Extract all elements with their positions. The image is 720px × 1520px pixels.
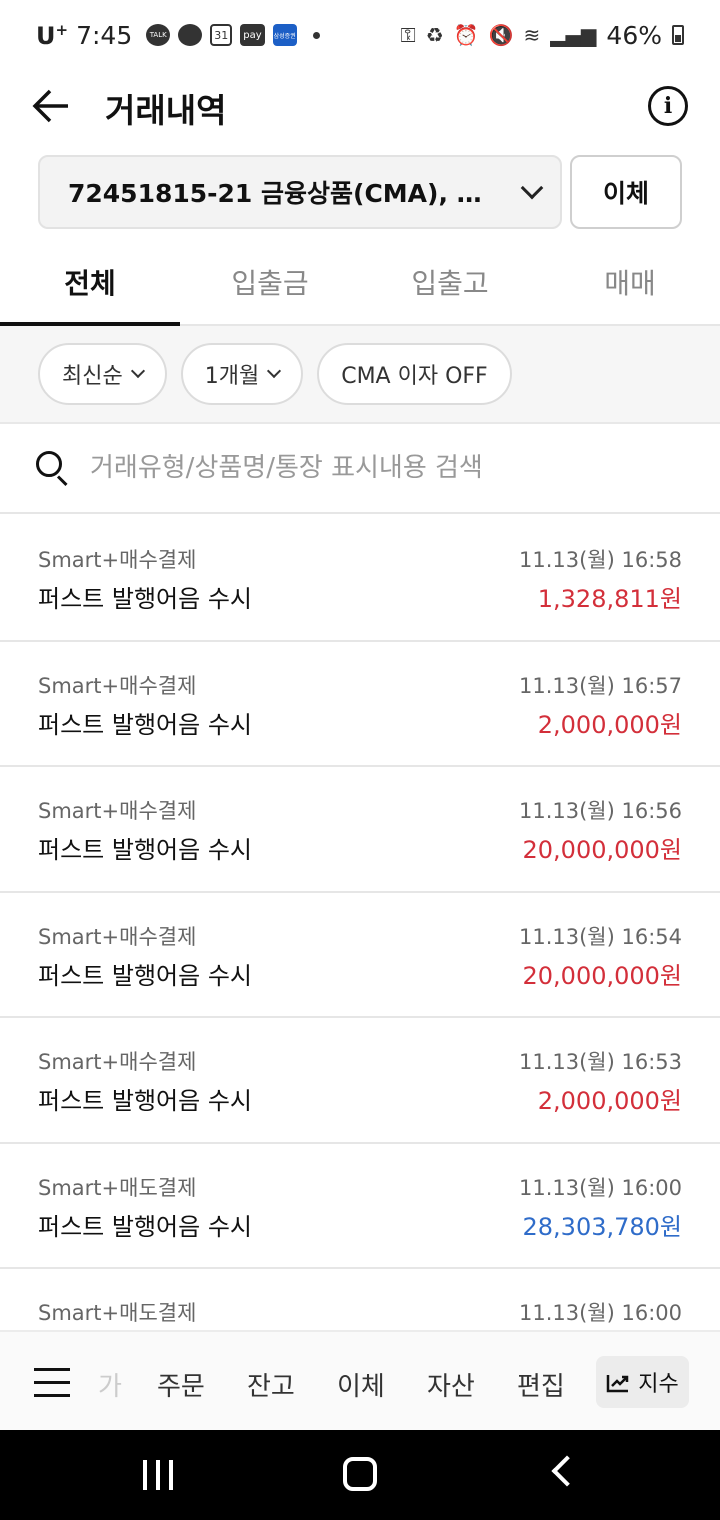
transaction-type: Smart+매수결제 <box>38 924 197 949</box>
transaction-product: 퍼스트 발행어음 수시 <box>38 836 252 864</box>
transaction-amount: 1,328,811원 <box>537 585 682 613</box>
cma-interest-label: CMA 이자 OFF <box>341 364 488 389</box>
account-dropdown[interactable]: 72451815-21 금융상품(CMA), 황희… <box>38 155 562 229</box>
battery-icon <box>672 25 684 45</box>
transfer-button[interactable]: 이체 <box>570 155 682 229</box>
cma-interest-toggle-chip[interactable]: CMA 이자 OFF <box>317 343 512 405</box>
transaction-product: 퍼스트 발행어음 수시 <box>38 1212 252 1241</box>
info-icon: i <box>663 93 673 119</box>
transaction-date: 11.13(월) 16:00 <box>518 1301 682 1325</box>
system-navigation-bar <box>0 1430 720 1520</box>
transaction-type: Smart+매도결제 <box>38 1301 197 1325</box>
transaction-date: 11.13(월) 16:58 <box>518 548 682 572</box>
bottom-navigation: 가 주문 잔고 이체 자산 편집 지수 <box>0 1330 720 1430</box>
alarm-icon: ⏰ <box>453 23 479 47</box>
carrier-label: U+ <box>36 20 69 50</box>
signal-icon: ▂▄▆ <box>550 23 597 47</box>
tab-bar: 전체 입출금 입출고 매매 <box>0 240 720 326</box>
transaction-amount: 28,303,780원 <box>522 1212 683 1241</box>
nav-item-balance[interactable]: 잔고 <box>247 1366 295 1403</box>
transaction-amount: 2,000,000원 <box>537 1087 682 1115</box>
transaction-amount: 20,000,000원 <box>522 836 683 864</box>
kakaotalk-icon: TALK <box>146 24 171 46</box>
period-filter-chip[interactable]: 1개월 <box>180 343 304 405</box>
back-chevron-icon[interactable] <box>551 1455 583 1487</box>
mute-icon: 🔇 <box>488 23 514 47</box>
status-bar: U+ 7:45 TALK 31 pay 삼성증권 ⚿ ♻ ⏰ 🔇 ≋ ▂▄▆ 4… <box>0 0 720 70</box>
transaction-product: 퍼스트 발행어음 수시 <box>38 585 252 613</box>
key-icon: ⚿ <box>400 23 416 47</box>
transaction-date: 11.13(월) 16:53 <box>518 1050 682 1074</box>
transaction-date: 11.13(월) 16:54 <box>518 924 682 949</box>
transaction-product: 퍼스트 발행어음 수시 <box>38 1087 252 1115</box>
transaction-product: 퍼스트 발행어음 수시 <box>38 710 252 739</box>
transaction-row[interactable]: Smart+매수결제 11.13(월) 16:58 퍼스트 발행어음 수시 1,… <box>0 516 720 642</box>
tab-all[interactable]: 전체 <box>0 240 180 326</box>
more-notifications-icon <box>312 31 320 39</box>
page-title: 거래내역 <box>105 91 227 130</box>
transaction-row[interactable]: Smart+매도결제 11.13(월) 16:00 퍼스트 발행어음 수시 28… <box>0 1144 720 1269</box>
account-label: 72451815-21 금융상품(CMA), 황희… <box>68 179 502 208</box>
pay-icon: pay <box>240 24 265 46</box>
chevron-down-icon <box>267 363 282 379</box>
transaction-date: 11.13(월) 16:57 <box>518 673 682 698</box>
nav-item-assets[interactable]: 자산 <box>427 1366 475 1403</box>
search-input[interactable] <box>90 453 690 483</box>
tab-deposit-withdrawal[interactable]: 입출금 <box>180 240 360 324</box>
sort-filter-chip[interactable]: 최신순 <box>38 343 167 405</box>
wifi-icon: ≋ <box>523 23 541 47</box>
recent-apps-icon[interactable] <box>143 1460 175 1490</box>
filter-bar: 최신순 1개월 CMA 이자 OFF <box>0 326 720 424</box>
transaction-type: Smart+매수결제 <box>38 1050 197 1074</box>
app-header: 거래내역 i <box>0 70 720 142</box>
transaction-row[interactable]: Smart+매수결제 11.13(월) 16:54 퍼스트 발행어음 수시 20… <box>0 893 720 1018</box>
sort-filter-label: 최신순 <box>62 364 123 389</box>
chat-icon <box>178 24 203 46</box>
bank-app-icon: 삼성증권 <box>272 24 297 46</box>
search-bar <box>0 424 720 514</box>
index-label: 지수 <box>638 1372 679 1397</box>
chevron-down-icon <box>130 363 145 379</box>
transaction-row[interactable]: Smart+매도결제 11.13(월) 16:00 <box>0 1269 720 1330</box>
transaction-type: Smart+매수결제 <box>38 673 197 698</box>
nav-item-partial[interactable]: 가 <box>98 1366 122 1403</box>
transaction-amount: 2,000,000원 <box>537 710 682 739</box>
transaction-type: Smart+매수결제 <box>38 548 197 572</box>
transaction-product: 퍼스트 발행어음 수시 <box>38 961 252 990</box>
transaction-type: Smart+매수결제 <box>38 799 197 823</box>
nav-item-order[interactable]: 주문 <box>157 1366 205 1403</box>
index-button[interactable]: 지수 <box>596 1356 689 1408</box>
back-button[interactable] <box>30 86 74 126</box>
transaction-amount: 20,000,000원 <box>522 961 683 990</box>
search-icon[interactable] <box>36 451 70 487</box>
transaction-row[interactable]: Smart+매수결제 11.13(월) 16:57 퍼스트 발행어음 수시 2,… <box>0 642 720 767</box>
chevron-down-icon <box>520 176 544 200</box>
home-icon[interactable] <box>343 1457 377 1491</box>
transaction-row[interactable]: Smart+매수결제 11.13(월) 16:53 퍼스트 발행어음 수시 2,… <box>0 1018 720 1144</box>
calendar-icon: 31 <box>210 24 233 46</box>
info-button[interactable]: i <box>648 86 688 126</box>
nav-item-transfer[interactable]: 이체 <box>337 1366 385 1403</box>
nav-item-edit[interactable]: 편집 <box>517 1366 565 1403</box>
transaction-date: 11.13(월) 16:00 <box>518 1175 682 1200</box>
transaction-type: Smart+매도결제 <box>38 1175 197 1200</box>
transaction-row[interactable]: Smart+매수결제 11.13(월) 16:56 퍼스트 발행어음 수시 20… <box>0 767 720 893</box>
tab-securities-in-out[interactable]: 입출고 <box>360 240 540 324</box>
hamburger-menu-icon[interactable] <box>34 1368 70 1398</box>
transaction-date: 11.13(월) 16:56 <box>518 799 682 823</box>
trending-up-icon <box>607 1375 629 1393</box>
period-filter-label: 1개월 <box>204 364 260 389</box>
recycle-icon: ♻ <box>425 23 444 47</box>
clock: 7:45 <box>76 20 133 50</box>
transaction-list: Smart+매수결제 11.13(월) 16:58 퍼스트 발행어음 수시 1,… <box>0 516 720 1330</box>
tab-trading[interactable]: 매매 <box>540 240 720 324</box>
arrow-left-icon <box>32 89 68 123</box>
battery-percent: 46% <box>606 20 662 50</box>
